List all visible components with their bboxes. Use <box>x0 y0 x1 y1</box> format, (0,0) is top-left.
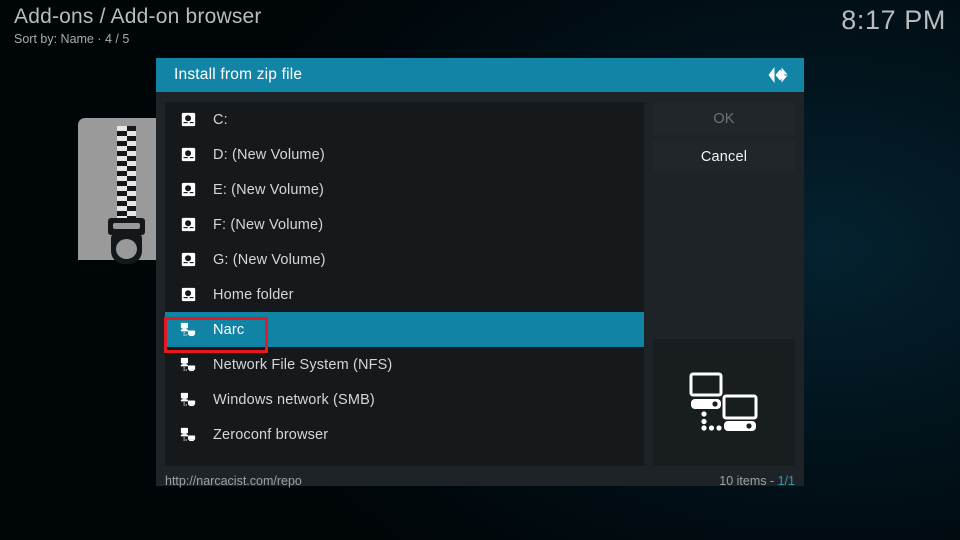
install-from-zip-dialog: Install from zip file C: D: (New Volume)… <box>156 58 804 488</box>
preview-panel <box>653 339 795 466</box>
network-icon <box>177 320 199 340</box>
source-path: http://narcacist.com/repo <box>165 474 302 488</box>
hard-disk-icon <box>177 180 199 200</box>
list-item-label: Zeroconf browser <box>213 426 329 443</box>
page-indicator: 1/1 <box>777 474 795 488</box>
list-item-narc[interactable]: Narc <box>165 312 644 347</box>
network-icon <box>177 355 199 375</box>
item-count: 10 items - 1/1 <box>719 474 795 488</box>
hard-disk-icon <box>177 110 199 130</box>
list-item[interactable]: E: (New Volume) <box>165 172 644 207</box>
hard-disk-icon <box>177 145 199 165</box>
list-item-label: D: (New Volume) <box>213 146 325 163</box>
page-title: Add-ons / Add-on browser <box>14 5 262 28</box>
list-item-label: G: (New Volume) <box>213 251 326 268</box>
dialog-actions: OK Cancel <box>653 102 795 178</box>
network-computers-icon <box>689 372 758 431</box>
list-item-label: E: (New Volume) <box>213 181 325 198</box>
list-item[interactable]: Windows network (SMB) <box>165 382 644 417</box>
breadcrumb: Add-ons / Add-on browser Sort by: Name ·… <box>14 4 262 47</box>
file-source-list[interactable]: C: D: (New Volume) E: (New Volume) F: (N… <box>165 102 644 466</box>
network-icon <box>177 425 199 445</box>
list-item-label: F: (New Volume) <box>213 216 324 233</box>
dialog-title: Install from zip file <box>174 66 303 83</box>
list-item-label: Network File System (NFS) <box>213 356 393 373</box>
sort-info: Sort by: Name · 4 / 5 <box>14 32 130 46</box>
list-item-label: Narc <box>213 321 245 338</box>
dialog-footer: http://narcacist.com/repo 10 items - 1/1 <box>165 470 795 492</box>
list-item-label: Home folder <box>213 286 294 303</box>
ok-button-label: OK <box>713 110 735 127</box>
cancel-button[interactable]: Cancel <box>653 140 795 173</box>
dialog-titlebar: Install from zip file <box>156 58 804 92</box>
list-item[interactable]: D: (New Volume) <box>165 137 644 172</box>
clock: 8:17 PM <box>841 5 946 35</box>
list-item[interactable]: G: (New Volume) <box>165 242 644 277</box>
list-item[interactable]: Network File System (NFS) <box>165 347 644 382</box>
kodi-logo-icon <box>768 67 788 83</box>
hard-disk-icon <box>177 285 199 305</box>
list-item[interactable]: Zeroconf browser <box>165 417 644 452</box>
item-count-label: 10 items - <box>719 474 778 488</box>
list-item[interactable]: Home folder <box>165 277 644 312</box>
kodi-screen: Add-ons / Add-on browser Sort by: Name ·… <box>0 0 960 540</box>
hard-disk-icon <box>177 215 199 235</box>
network-icon <box>177 390 199 410</box>
list-item[interactable]: C: <box>165 102 644 137</box>
list-item-label: Windows network (SMB) <box>213 391 375 408</box>
ok-button[interactable]: OK <box>653 102 795 135</box>
list-item[interactable]: F: (New Volume) <box>165 207 644 242</box>
hard-disk-icon <box>177 250 199 270</box>
list-item-label: C: <box>213 111 228 128</box>
cancel-button-label: Cancel <box>700 148 748 165</box>
